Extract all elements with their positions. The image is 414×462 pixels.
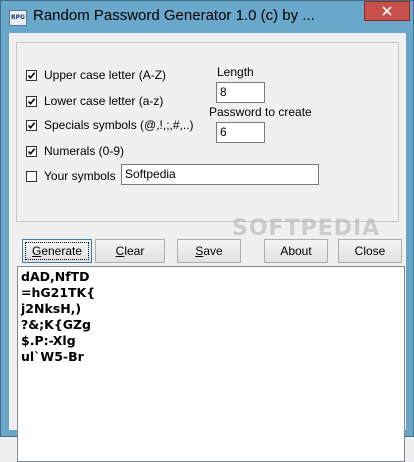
numerals-label: Numerals (0-9) bbox=[44, 144, 125, 158]
your-symbols-option[interactable]: Your symbols bbox=[26, 168, 116, 184]
title-bar[interactable]: RPG Random Password Generator 1.0 (c) by… bbox=[1, 1, 413, 33]
generate-label-accel: G bbox=[31, 244, 42, 258]
save-label-post: ave bbox=[203, 244, 223, 258]
clear-label-post: lear bbox=[124, 244, 145, 258]
lower-case-checkbox[interactable] bbox=[26, 95, 37, 107]
generate-button[interactable]: Generate bbox=[22, 239, 92, 263]
password-line: dAD,NfTD bbox=[21, 269, 90, 284]
numerals-checkbox[interactable] bbox=[26, 145, 37, 157]
specials-checkbox[interactable] bbox=[26, 119, 37, 131]
password-count-input[interactable]: 6 bbox=[216, 122, 265, 143]
window-title: Random Password Generator 1.0 (c) by ... bbox=[33, 7, 315, 24]
softpedia-watermark: SOFTPEDIA bbox=[232, 216, 381, 241]
about-button[interactable]: About bbox=[264, 239, 328, 263]
client-area: Upper case letter (A-Z) Lower case lette… bbox=[9, 33, 406, 462]
save-button[interactable]: Save bbox=[177, 239, 241, 263]
password-line: $.P:-Xlg bbox=[21, 333, 76, 348]
lower-case-option[interactable]: Lower case letter (a-z) bbox=[26, 93, 163, 109]
numerals-option[interactable]: Numerals (0-9) bbox=[26, 143, 124, 159]
your-symbols-checkbox[interactable] bbox=[26, 170, 37, 182]
clear-button[interactable]: Clear bbox=[95, 239, 165, 263]
password-line: j2NksH,) bbox=[21, 301, 82, 316]
password-output[interactable]: dAD,NfTD =hG21TK{ j2NksH,) ?&;K{GZg $.P:… bbox=[17, 266, 405, 462]
upper-case-checkbox[interactable] bbox=[26, 69, 37, 81]
window-close-button[interactable] bbox=[364, 1, 410, 21]
password-line: ul`W5-Br bbox=[21, 349, 84, 364]
close-button[interactable]: Close bbox=[338, 239, 402, 263]
password-count-label: Password to create bbox=[209, 105, 312, 119]
checkmark-icon bbox=[27, 97, 36, 105]
checkmark-icon bbox=[27, 71, 36, 79]
your-symbols-label: Your symbols bbox=[44, 169, 116, 183]
password-line: =hG21TK{ bbox=[21, 285, 96, 300]
your-symbols-input[interactable]: Softpedia bbox=[121, 164, 319, 185]
specials-label: Specials symbols (@,!,;,#,..) bbox=[44, 118, 194, 132]
app-icon: RPG bbox=[9, 10, 27, 26]
password-line: ?&;K{GZg bbox=[21, 317, 92, 332]
upper-case-label: Upper case letter (A-Z) bbox=[44, 68, 167, 82]
checkmark-icon bbox=[27, 147, 36, 155]
upper-case-option[interactable]: Upper case letter (A-Z) bbox=[26, 67, 166, 83]
app-window: RPG Random Password Generator 1.0 (c) by… bbox=[0, 0, 414, 462]
length-label: Length bbox=[217, 65, 254, 79]
lower-case-label: Lower case letter (a-z) bbox=[44, 94, 164, 108]
generate-label-post: enerate bbox=[41, 244, 83, 258]
length-input[interactable]: 8 bbox=[216, 82, 265, 103]
options-group: Upper case letter (A-Z) Lower case lette… bbox=[16, 42, 399, 222]
checkmark-icon bbox=[27, 121, 36, 129]
close-icon bbox=[382, 6, 392, 16]
specials-option[interactable]: Specials symbols (@,!,;,#,..) bbox=[26, 117, 194, 133]
